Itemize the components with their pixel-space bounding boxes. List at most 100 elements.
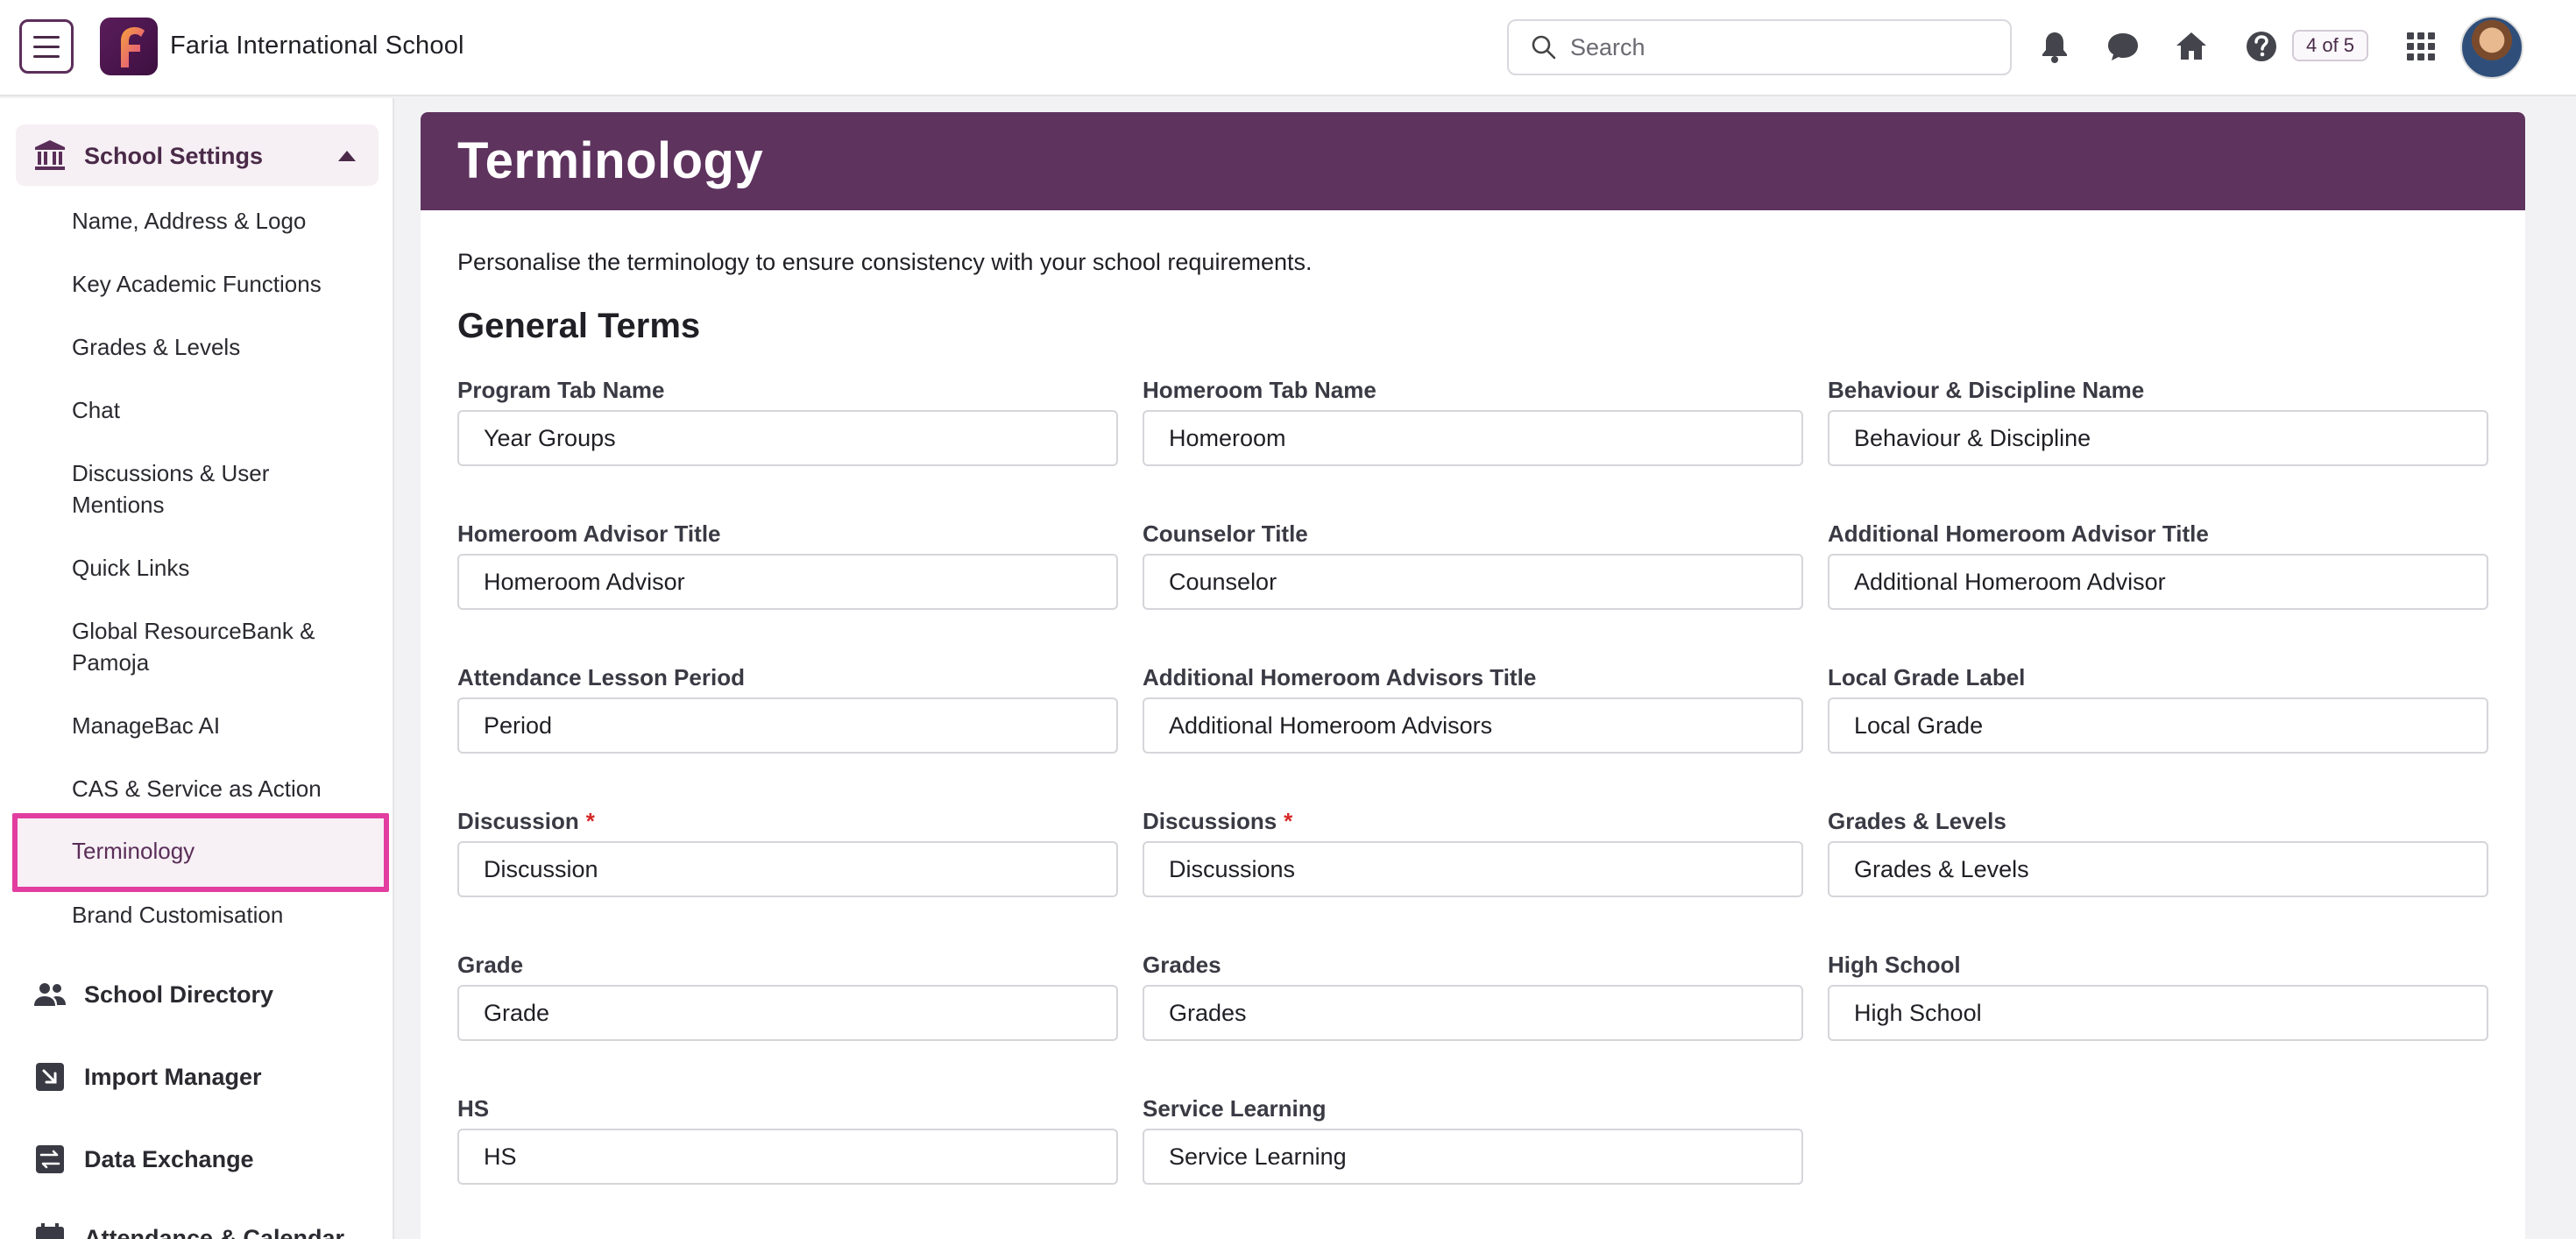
field-label: Grade [457,952,524,978]
sidebar-item-managebac-ai[interactable]: ManageBac AI [72,710,352,741]
progress-counter-badge[interactable]: 4 of 5 [2292,30,2369,61]
field-grades-levels: Grades & Levels [1828,806,2488,897]
sidebar-item-name-address-logo[interactable]: Name, Address & Logo [72,205,352,237]
field-label: Homeroom Advisor Title [457,520,721,547]
field-attendance-lesson-period: Attendance Lesson Period [457,662,1118,754]
grid-apps-icon [2407,32,2435,60]
notifications-button[interactable] [2035,26,2075,67]
additional-homeroom-advisor-title-input[interactable] [1828,554,2488,610]
field-label: Discussion * [457,808,595,834]
field-label: Homeroom Tab Name [1143,377,1376,403]
page-header-banner: Terminology [421,112,2525,210]
service-learning-input[interactable] [1143,1129,1803,1185]
field-label: Local Grade Label [1828,664,2026,690]
chat-bubble-icon [2108,33,2138,60]
homeroom-advisor-title-input[interactable] [457,554,1118,610]
field-label: Grades [1143,952,1221,978]
search-icon [1532,35,1556,60]
sidebar-item-cas-service[interactable]: CAS & Service as Action [72,773,352,804]
homeroom-tab-name-input[interactable] [1143,410,1803,466]
field-label: Behaviour & Discipline Name [1828,377,2145,403]
field-program-tab-name: Program Tab Name [457,375,1118,466]
field-label: Program Tab Name [457,377,665,403]
field-label: High School [1828,952,1961,978]
sidebar-item-grades-levels[interactable]: Grades & Levels [72,331,352,363]
local-grade-label-input[interactable] [1828,697,2488,754]
sidebar-item-attendance-calendar[interactable]: Attendance & Calendar [33,1216,384,1239]
counselor-title-input[interactable] [1143,554,1803,610]
field-label: Service Learning [1143,1095,1327,1122]
field-homeroom-advisor-title: Homeroom Advisor Title [457,519,1118,610]
field-label: Attendance Lesson Period [457,664,745,690]
caret-up-icon[interactable] [338,151,356,161]
faria-logo-icon [121,27,145,67]
field-hs: HS [457,1094,1118,1185]
field-counselor-title: Counselor Title [1143,519,1803,610]
required-marker: * [585,808,595,834]
sidebar-item-brand-customisation[interactable]: Brand Customisation [72,899,352,931]
field-local-grade-label: Local Grade Label [1828,662,2488,754]
menu-toggle-button[interactable] [19,19,74,74]
main-content: Terminology Personalise the terminology … [421,112,2525,1239]
sidebar-item-quick-links[interactable]: Quick Links [72,552,352,584]
user-avatar[interactable] [2460,16,2523,79]
hs-input[interactable] [457,1129,1118,1185]
field-label: Additional Homeroom Advisors Title [1143,664,1537,690]
bank-icon [35,140,65,170]
sidebar-item-label: Terminology [72,838,195,864]
sidebar-section-label: School Settings [84,143,264,169]
help-icon [2247,32,2276,61]
sidebar-item-import-manager[interactable]: Import Manager [33,1055,384,1099]
field-discussions: Discussions * [1143,806,1803,897]
section-title-general-terms: General Terms [457,307,701,345]
search-input[interactable] [1570,33,1991,61]
grades-levels-input[interactable] [1828,841,2488,897]
home-button[interactable] [2171,26,2212,67]
school-name[interactable]: Faria International School [170,32,464,60]
field-homeroom-tab-name: Homeroom Tab Name [1143,375,1803,466]
sidebar-item-terminology[interactable]: Terminology [12,813,389,892]
search-box[interactable] [1507,19,2012,75]
page-description: Personalise the terminology to ensure co… [457,249,1313,275]
discussions-input[interactable] [1143,841,1803,897]
field-additional-homeroom-advisors-title: Additional Homeroom Advisors Title [1143,662,1803,754]
field-additional-homeroom-advisor-title: Additional Homeroom Advisor Title [1828,519,2488,610]
field-high-school: High School [1828,950,2488,1041]
grade-input[interactable] [457,985,1118,1041]
page-title: Terminology [457,132,764,189]
people-icon [34,983,66,1006]
field-label: Counselor Title [1143,520,1308,547]
help-button[interactable] [2241,26,2282,67]
field-label: Grades & Levels [1828,808,2006,834]
messages-button[interactable] [2103,26,2143,67]
additional-homeroom-advisors-title-input[interactable] [1143,697,1803,754]
hamburger-icon [33,35,60,39]
high-school-input[interactable] [1828,985,2488,1041]
import-icon [36,1063,64,1091]
attendance-lesson-period-input[interactable] [457,697,1118,754]
sidebar-item-school-directory[interactable]: School Directory [33,973,384,1016]
field-service-learning: Service Learning [1143,1094,1803,1185]
calendar-icon [36,1223,64,1239]
grades-input[interactable] [1143,985,1803,1041]
sidebar-section-school-settings[interactable]: School Settings [16,124,379,186]
sidebar-item-key-academic-functions[interactable]: Key Academic Functions [72,268,352,300]
field-grades: Grades [1143,950,1803,1041]
sidebar-item-discussions[interactable]: Discussions & User Mentions [72,457,352,520]
school-logo[interactable] [100,18,158,75]
field-discussion: Discussion * [457,806,1118,897]
program-tab-name-input[interactable] [457,410,1118,466]
field-behaviour-discipline-name: Behaviour & Discipline Name [1828,375,2488,466]
behaviour-discipline-name-input[interactable] [1828,410,2488,466]
field-label: Additional Homeroom Advisor Title [1828,520,2209,547]
required-marker: * [1284,808,1293,834]
field-label: Discussions * [1143,808,1293,834]
bell-icon [2042,32,2067,63]
sidebar-item-chat[interactable]: Chat [72,394,352,426]
home-icon [2176,32,2206,60]
field-label: HS [457,1095,490,1122]
discussion-input[interactable] [457,841,1118,897]
sidebar-item-data-exchange[interactable]: Data Exchange [33,1137,384,1181]
apps-button[interactable] [2401,26,2441,67]
sidebar-item-global-resourcebank[interactable]: Global ResourceBank & Pamoja [72,615,352,678]
